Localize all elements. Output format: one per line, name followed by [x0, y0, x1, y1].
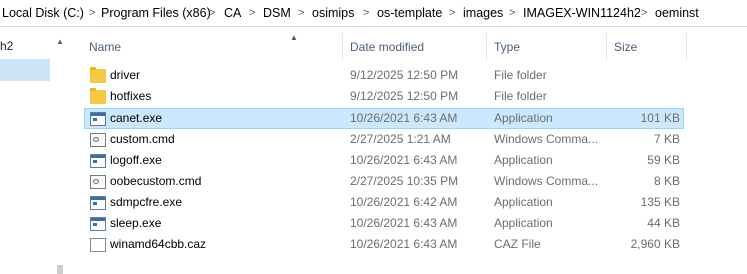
file-type: File folder	[494, 68, 547, 82]
file-name: hotfixes	[110, 89, 152, 103]
file-type: File folder	[494, 89, 547, 103]
file-date: 10/26/2021 6:43 AM	[350, 111, 458, 125]
command-script-icon	[90, 133, 106, 147]
file-date: 2/27/2025 1:21 AM	[350, 132, 451, 146]
sort-ascending-icon: ▲	[290, 33, 298, 42]
file-size: 59 KB	[647, 153, 680, 167]
file-row-sdmpcfre-exe[interactable]: sdmpcfre.exe 10/26/2021 6:42 AM Applicat…	[84, 192, 684, 213]
file-date: 2/27/2025 10:35 PM	[350, 174, 459, 188]
file-date: 10/26/2021 6:43 AM	[350, 237, 458, 251]
file-type: Application	[494, 195, 553, 209]
breadcrumb-item-oeminst[interactable]: oeminst	[655, 5, 699, 21]
folder-icon	[90, 88, 106, 104]
generic-file-icon	[90, 238, 106, 252]
address-bar[interactable]: Local Disk (C:) > Program Files (x86) > …	[0, 0, 747, 27]
file-row-sleep-exe[interactable]: sleep.exe 10/26/2021 6:43 AM Application…	[84, 213, 684, 234]
column-header-date-modified[interactable]: Date modified	[350, 40, 424, 54]
breadcrumb-separator-icon[interactable]: >	[249, 5, 255, 21]
breadcrumb-item-ca[interactable]: CA	[224, 5, 241, 21]
file-name: canet.exe	[110, 111, 163, 125]
file-type: Application	[494, 153, 553, 167]
nav-item-selected[interactable]	[0, 59, 50, 81]
file-type: CAZ File	[494, 237, 541, 251]
scroll-up-icon[interactable]: ▲	[56, 37, 64, 46]
column-header-type[interactable]: Type	[494, 40, 520, 54]
scrollbar-thumb[interactable]	[57, 265, 63, 274]
application-icon	[90, 217, 106, 231]
file-date: 10/26/2021 6:43 AM	[350, 153, 458, 167]
breadcrumb-separator-icon[interactable]: >	[363, 5, 369, 21]
file-size: 8 KB	[653, 174, 680, 188]
column-divider[interactable]	[686, 33, 687, 61]
breadcrumb-item-local-disk[interactable]: Local Disk (C:)	[2, 5, 84, 21]
file-row-custom-cmd[interactable]: custom.cmd 2/27/2025 1:21 AM Windows Com…	[84, 129, 684, 150]
file-row-winamd64cbb-caz[interactable]: winamd64cbb.caz 10/26/2021 6:43 AM CAZ F…	[84, 234, 684, 255]
column-header-row: ▲ Name Date modified Type Size	[80, 27, 747, 61]
breadcrumb-item-images[interactable]: images	[463, 5, 503, 21]
file-name: winamd64cbb.caz	[110, 237, 207, 251]
file-size: 135 KB	[640, 195, 680, 209]
breadcrumb-separator-icon[interactable]: >	[89, 5, 95, 21]
command-script-icon	[90, 175, 106, 189]
file-name: driver	[110, 68, 141, 82]
file-row-canet-exe[interactable]: canet.exe 10/26/2021 6:43 AM Application…	[84, 108, 684, 129]
column-divider[interactable]	[486, 33, 487, 61]
breadcrumb-item-dsm[interactable]: DSM	[263, 5, 291, 21]
column-header-size[interactable]: Size	[614, 40, 637, 54]
file-date: 9/12/2025 12:50 PM	[350, 89, 459, 103]
file-size: 2,960 KB	[630, 237, 680, 251]
file-date: 9/12/2025 12:50 PM	[350, 68, 459, 82]
file-size: 7 KB	[653, 132, 680, 146]
application-icon	[90, 112, 106, 126]
nav-item[interactable]: h2	[0, 35, 50, 57]
application-icon	[90, 154, 106, 168]
breadcrumb-separator-icon[interactable]: >	[298, 5, 304, 21]
breadcrumb-item-osimips[interactable]: osimips	[312, 5, 354, 21]
column-divider[interactable]	[342, 33, 343, 61]
folder-icon	[90, 67, 106, 83]
file-type: Application	[494, 216, 553, 230]
file-name: custom.cmd	[110, 132, 175, 146]
column-divider[interactable]	[606, 33, 607, 61]
file-row-logoff-exe[interactable]: logoff.exe 10/26/2021 6:43 AM Applicatio…	[84, 150, 684, 171]
file-name: logoff.exe	[110, 153, 162, 167]
nav-scrollbar[interactable]: ▲	[52, 27, 68, 274]
file-type: Windows Comma...	[494, 174, 599, 188]
file-row-hotfixes[interactable]: hotfixes 9/12/2025 12:50 PM File folder	[84, 86, 684, 107]
file-row-driver[interactable]: driver 9/12/2025 12:50 PM File folder	[84, 65, 684, 86]
file-type: Windows Comma...	[494, 132, 599, 146]
file-size: 101 KB	[640, 111, 680, 125]
file-name: sdmpcfre.exe	[110, 195, 183, 209]
file-name: sleep.exe	[110, 216, 162, 230]
breadcrumb-separator-icon[interactable]: >	[449, 5, 455, 21]
breadcrumb-separator-icon[interactable]: >	[209, 5, 215, 21]
file-row-oobecustom-cmd[interactable]: oobecustom.cmd 2/27/2025 10:35 PM Window…	[84, 171, 684, 192]
column-header-name[interactable]: Name	[89, 40, 121, 54]
application-icon	[90, 196, 106, 210]
file-date: 10/26/2021 6:43 AM	[350, 216, 458, 230]
breadcrumb-item-os-template[interactable]: os-template	[377, 5, 442, 21]
file-type: Application	[494, 111, 553, 125]
navigation-pane: h2 ▲	[0, 27, 70, 274]
file-date: 10/26/2021 6:42 AM	[350, 195, 458, 209]
breadcrumb-separator-icon[interactable]: >	[641, 5, 647, 21]
file-name: oobecustom.cmd	[110, 174, 202, 188]
breadcrumb-item-imagex[interactable]: IMAGEX-WIN1124h2	[523, 5, 641, 21]
file-size: 44 KB	[647, 216, 680, 230]
breadcrumb-separator-icon[interactable]: >	[509, 5, 515, 21]
breadcrumb-item-program-files[interactable]: Program Files (x86)	[101, 5, 211, 21]
